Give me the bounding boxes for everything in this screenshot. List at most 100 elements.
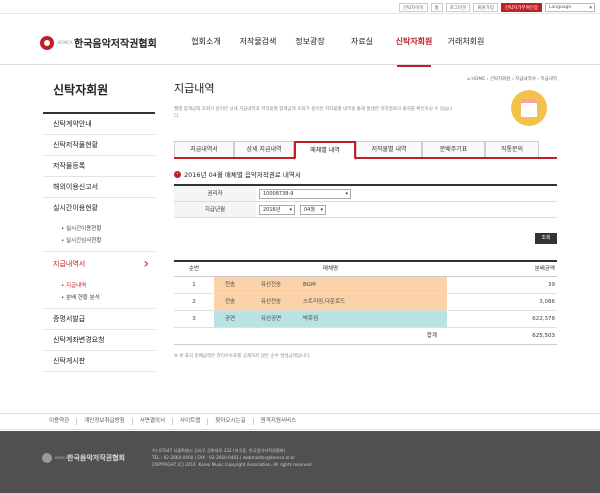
nav-search[interactable]: 저작물검색 [232, 36, 284, 67]
tab-contact[interactable]: 직통문의 [485, 141, 539, 157]
nav-archive[interactable]: 자료실 [336, 36, 388, 67]
footer: KOMCA 한국음악저작권협회 우) 07647 서울특별시 강서구 공항대로 … [0, 431, 600, 493]
footer-logo-name: 한국음악저작권협회 [67, 454, 125, 462]
footer-link-resolution[interactable]: 서면결의서 [133, 418, 174, 425]
cell-group: 전송 [214, 277, 246, 293]
page-title: 지급내역 [174, 82, 215, 95]
cell-amount: 39 [548, 282, 555, 288]
side-nav-item[interactable]: 저작물등록 [43, 156, 155, 177]
side-nav-sub-group: • 실시간이용현황 • 실시간심사현황 [43, 219, 155, 252]
logo-mark-icon [40, 35, 54, 50]
month-label: 지급년월 [174, 202, 256, 217]
side-nav-sub-item[interactable]: • 실시간이용현황 [43, 223, 155, 235]
footer-link-remote[interactable]: 원격지원서비스 [254, 418, 303, 425]
footnote: ※ 위 표의 분배금액은 관리수수료를 공제하지 않은 순수 발생금액입니다. [174, 354, 311, 359]
footer-link-sitemap[interactable]: 사이트맵 [173, 418, 209, 425]
breadcrumb: ⌂ HOME › 신탁자회원 › 지급내역서 › 지급내역 [467, 77, 557, 82]
footer-contact: TEL : 02-2660-0400 | FAX : 02-2660-0401 … [152, 455, 296, 460]
side-nav-item[interactable]: 신탁저작물현황 [43, 135, 155, 156]
col-no: 순번 [188, 266, 200, 272]
logo-name: 한국음악저작권협회 [74, 39, 157, 50]
table-row: 3 공연 유선공연 박화점 622,378 [174, 311, 557, 328]
cell-group: 공연 [214, 311, 246, 327]
report-title: › 2016년 04월 매체별 음악저작권료 내역서 [174, 169, 301, 179]
footer-logo-small-text: KOMCA [55, 456, 68, 460]
side-nav-item[interactable]: 신탁계약안내 [43, 114, 155, 135]
footer-link-terms[interactable]: 이용약관 [42, 418, 78, 425]
form-row: 권리자 10008738-9 [174, 186, 557, 202]
header: KOMCA 한국음악저작권협회 협회소개 저작물검색 정보광장 자료실 신탁자회… [0, 15, 600, 65]
footer-copyright: COPYRIGHT (C) 2014. Korea Music Copyrigh… [152, 462, 313, 467]
footer-address: 우) 07647 서울특별시 강서구 공항대로 332 (마곡동, 한국음악저작… [152, 448, 286, 453]
util-link-1[interactable]: 신탁자이이 [398, 3, 428, 12]
nav-client-member[interactable]: 거래처회원 [440, 36, 492, 67]
page: 신탁자이이 홈 로그아웃 회원가입 신탁자가부여인증 Language KOMC… [0, 0, 600, 493]
cell-group: 전송 [214, 294, 246, 310]
arrow-bullet-icon: › [174, 170, 181, 178]
total-label: 합계 [426, 333, 437, 339]
footer-link-privacy[interactable]: 개인정보취급방침 [77, 418, 133, 425]
tab-statement[interactable]: 지급내역서 [174, 141, 234, 157]
cell-media: 박화점 [296, 311, 447, 327]
cell-amount: 3,086 [539, 299, 555, 305]
tab-work[interactable]: 저작물별 내역 [356, 141, 422, 157]
table-row: 2 전송 유선전송 스트리밍,다운로드 3,086 [174, 294, 557, 311]
search-button[interactable]: 조회 [535, 233, 557, 244]
holder-label: 권리자 [174, 186, 256, 201]
search-form: 권리자 10008738-9 지급년월 2016년 04월 [174, 184, 557, 218]
nav-trust-member[interactable]: 신탁자회원 [388, 36, 440, 67]
util-link-auth[interactable]: 신탁자가부여인증 [500, 3, 542, 12]
side-nav-title: 신탁자회원 [43, 66, 155, 114]
side-nav-item[interactable]: 증명서발급 [43, 309, 155, 330]
side-nav-item[interactable]: 신탁게시판 [43, 351, 155, 372]
footer-link-directions[interactable]: 찾아오시는길 [208, 418, 254, 425]
side-nav: 신탁자회원 신탁계약안내 신탁저작물현황 저작물등록 해외이용신고서 실시간이용… [43, 66, 155, 372]
cell-subgroup: 유선전송 [246, 277, 296, 293]
footer-logo: KOMCA 한국음악저작권협회 [42, 453, 125, 463]
side-nav-item[interactable]: 해외이용신고서 [43, 177, 155, 198]
cell-subgroup: 유선공연 [246, 311, 296, 327]
tab-detail[interactable]: 상세 지급내역 [234, 141, 294, 157]
cell-no: 3 [192, 316, 196, 322]
total-value: 625,503 [532, 333, 555, 339]
tab-media[interactable]: 매체별 내역 [294, 141, 356, 160]
side-nav-sub-group: • 지급내역 • 분배 현황 분석 [43, 276, 155, 309]
cell-subgroup: 유선전송 [246, 294, 296, 310]
language-select[interactable]: Language [545, 3, 595, 12]
footer-info: 우) 07647 서울특별시 강서구 공항대로 332 (마곡동, 한국음악저작… [152, 447, 313, 468]
side-nav-sub-item[interactable]: • 실시간심사현황 [43, 235, 155, 247]
tab-bar: 지급내역서 상세 지급내역 매체별 내역 저작물별 내역 분배주기표 직통문의 [174, 141, 557, 160]
holder-select[interactable]: 10008738-9 [259, 188, 351, 199]
cell-amount: 622,378 [532, 316, 555, 322]
form-row: 지급년월 2016년 04월 [174, 202, 557, 218]
nav-about[interactable]: 협회소개 [180, 36, 232, 67]
table-header: 순번 매체명 분배금액 [174, 262, 557, 277]
table-total-row: 합계 625,503 [174, 328, 557, 345]
side-nav-sub-item[interactable]: • 분배 현황 분석 [43, 292, 155, 304]
month-select[interactable]: 04월 [300, 204, 326, 215]
cell-media: BGM [296, 277, 447, 293]
media-table: 순번 매체명 분배금액 1 전송 유선전송 BGM 39 2 전송 유선전송 스… [174, 260, 557, 345]
footer-nav: 이용약관 개인정보취급방침 서면결의서 사이트맵 찾아오시는길 원격지원서비스 [0, 413, 600, 430]
utility-links: 신탁자이이 홈 로그아웃 회원가입 신탁자가부여인증 [398, 3, 542, 12]
main-nav: 협회소개 저작물검색 정보광장 자료실 신탁자회원 거래처회원 [180, 36, 492, 67]
side-nav-sub-item-active[interactable]: • 지급내역 [43, 280, 155, 292]
main-content: 지급내역 ⌂ HOME › 신탁자회원 › 지급내역서 › 지급내역 월별 합계… [174, 66, 557, 359]
cell-no: 1 [192, 282, 196, 288]
side-nav-item-active[interactable]: 지급내역서 [43, 252, 155, 276]
col-amount: 분배금액 [534, 266, 555, 272]
util-link-home[interactable]: 홈 [430, 3, 443, 12]
tab-schedule[interactable]: 분배주기표 [422, 141, 485, 157]
nav-info[interactable]: 정보광장 [284, 36, 336, 67]
logo-small-text: KOMCA [58, 40, 73, 45]
side-nav-item[interactable]: 신탁계좌변경요청 [43, 330, 155, 351]
side-nav-item[interactable]: 실시간이용현황 [43, 198, 155, 219]
year-select[interactable]: 2016년 [259, 204, 295, 215]
col-media: 매체명 [322, 266, 339, 272]
logo[interactable]: KOMCA 한국음악저작권협회 [40, 35, 157, 50]
util-link-logout[interactable]: 로그아웃 [445, 3, 471, 12]
table-row: 1 전송 유선전송 BGM 39 [174, 277, 557, 294]
util-link-join[interactable]: 회원가입 [473, 3, 498, 12]
report-title-text: 2016년 04월 매체별 음악저작권료 내역서 [184, 171, 301, 179]
utility-bar: 신탁자이이 홈 로그아웃 회원가입 신탁자가부여인증 Language [0, 0, 600, 14]
